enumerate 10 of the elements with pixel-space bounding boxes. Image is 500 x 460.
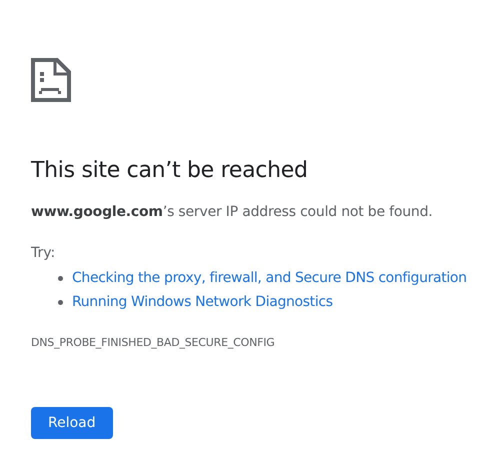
suggestion-link[interactable]: Running Windows Network Diagnostics xyxy=(72,294,333,310)
sad-page-icon xyxy=(31,58,71,102)
suggestion-link[interactable]: Checking the proxy, firewall, and Secure DNS configuration xyxy=(72,270,467,286)
error-heading: This site can’t be reached xyxy=(31,157,309,185)
try-label: Try: xyxy=(31,244,56,263)
error-summary: www.google.com’s server IP address could not be found. xyxy=(31,203,434,222)
bullet-dot xyxy=(58,300,63,304)
error-code: DNS_PROBE_FINISHED_BAD_SECURE_CONFIG xyxy=(31,336,276,349)
reload-button[interactable]: Reload xyxy=(31,407,113,439)
bullet-dot xyxy=(58,276,63,280)
